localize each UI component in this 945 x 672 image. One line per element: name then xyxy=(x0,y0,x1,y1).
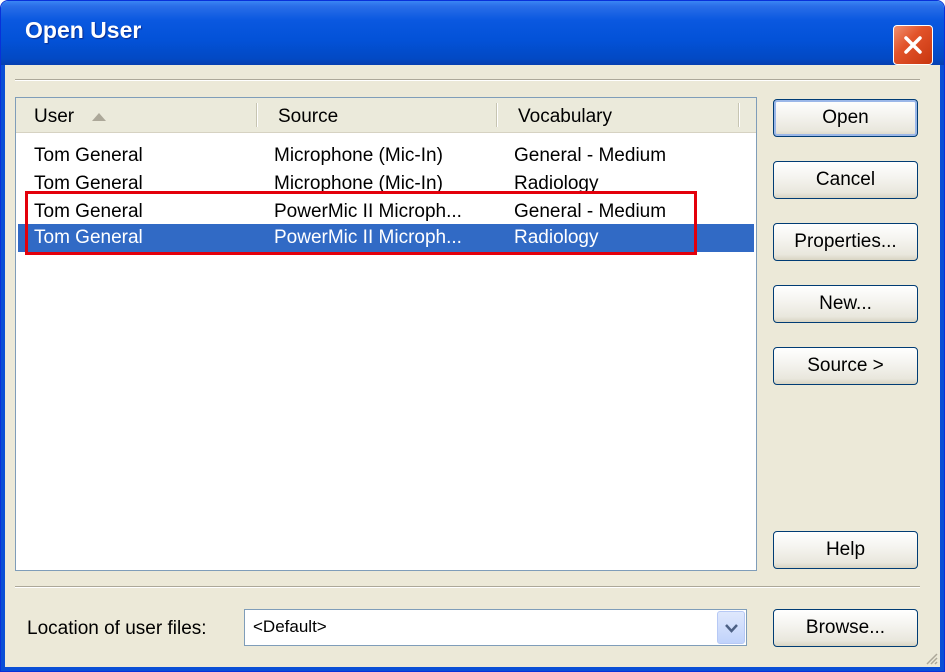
column-divider[interactable] xyxy=(738,103,740,127)
combobox-dropdown-button[interactable] xyxy=(717,611,745,644)
table-row[interactable]: Tom General Microphone (Mic-In) General … xyxy=(18,142,754,170)
close-icon xyxy=(904,36,922,54)
bottom-separator xyxy=(15,586,920,588)
browse-button[interactable]: Browse... xyxy=(773,609,918,647)
column-header-vocabulary[interactable]: Vocabulary xyxy=(500,98,740,131)
cell-user: Tom General xyxy=(34,145,143,166)
highlight-annotation xyxy=(25,191,697,255)
sort-ascending-icon xyxy=(92,112,107,121)
column-header-user[interactable]: User xyxy=(16,98,256,131)
open-button[interactable]: Open xyxy=(773,99,918,137)
cell-source: Microphone (Mic-In) xyxy=(274,145,443,166)
column-header-user-label: User xyxy=(34,106,75,127)
window-frame-bottom xyxy=(1,667,944,671)
chevron-down-icon xyxy=(725,624,738,633)
column-header-vocabulary-label: Vocabulary xyxy=(518,106,613,127)
new-button[interactable]: New... xyxy=(773,285,918,323)
user-list[interactable]: User Source Vocabulary Tom General Micro… xyxy=(15,97,757,571)
dialog-title: Open User xyxy=(25,17,142,43)
resize-grip-icon[interactable] xyxy=(924,651,938,665)
location-value: <Default> xyxy=(253,617,327,636)
location-label: Location of user files: xyxy=(27,618,207,639)
cell-vocabulary: General - Medium xyxy=(514,145,667,166)
title-bar[interactable]: Open User xyxy=(1,1,944,65)
window-frame-left xyxy=(1,65,5,671)
open-user-dialog: Open User User Source Vocabulary Tom Gen… xyxy=(0,0,945,672)
column-header-source-label: Source xyxy=(278,106,339,127)
cancel-button[interactable]: Cancel xyxy=(773,161,918,199)
list-header: User Source Vocabulary xyxy=(16,98,756,133)
source-button[interactable]: Source > xyxy=(773,347,918,385)
top-separator xyxy=(15,79,920,81)
close-button[interactable] xyxy=(893,25,933,65)
properties-button[interactable]: Properties... xyxy=(773,223,918,261)
column-divider[interactable] xyxy=(256,103,258,127)
column-header-source[interactable]: Source xyxy=(260,98,496,131)
location-combobox[interactable]: <Default> xyxy=(244,609,747,646)
window-frame-right xyxy=(940,65,944,671)
help-button[interactable]: Help xyxy=(773,531,918,569)
column-divider[interactable] xyxy=(496,103,498,127)
